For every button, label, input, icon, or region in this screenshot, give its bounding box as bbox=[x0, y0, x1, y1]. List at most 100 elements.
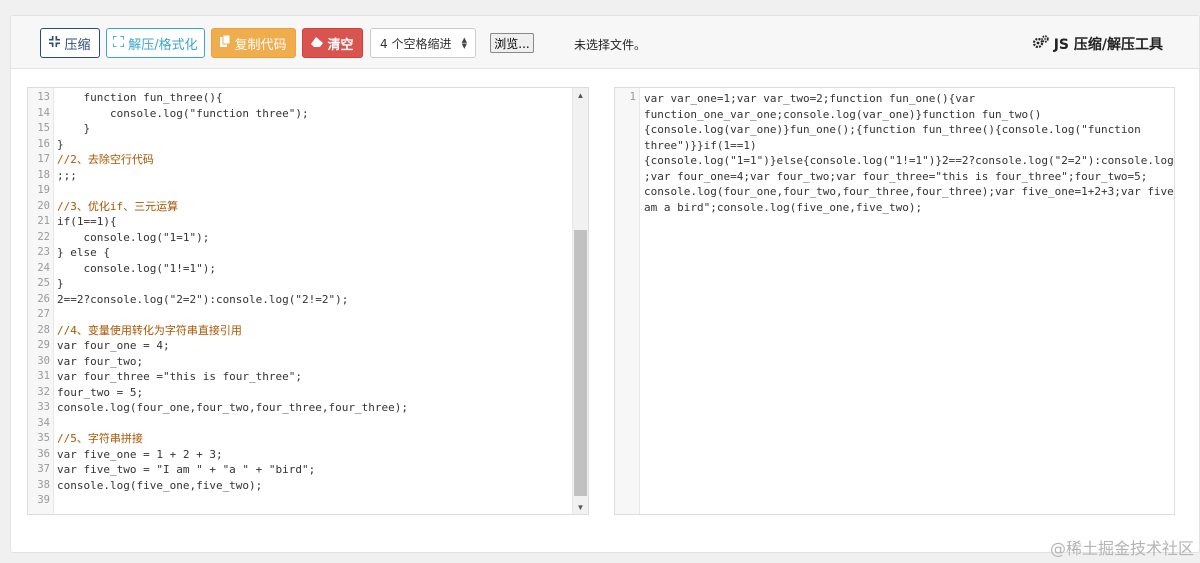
browse-file-button[interactable]: 浏览... bbox=[490, 33, 534, 53]
line-number: 28 bbox=[37, 323, 50, 336]
code-comment: //2、去除空行代码 bbox=[57, 153, 154, 166]
tool-title-text: JS 压缩/解压工具 bbox=[1053, 37, 1163, 53]
code-text: var five_two = "I am " + "a " + "bird"; bbox=[57, 463, 316, 476]
code-text: console.log("1=1"); bbox=[57, 230, 210, 244]
line-number: 29 bbox=[37, 339, 50, 351]
line-number: 34 bbox=[37, 416, 50, 429]
line-number: 35 bbox=[37, 432, 50, 444]
code-line: 33 console.log(four_one,four_two,four_thr… bbox=[28, 400, 588, 416]
scroll-down-arrow-icon[interactable]: ▼ bbox=[573, 500, 588, 514]
output-code-segment: function_one_var_one;console.log(var_one… bbox=[644, 107, 1042, 121]
compress-icon bbox=[49, 35, 61, 51]
line-number: 15 bbox=[37, 122, 50, 134]
code-line: 38 console.log(five_one,five_two); bbox=[28, 478, 588, 494]
code-line: 13 function fun_three(){ bbox=[28, 90, 588, 106]
output-code-segment: var var_one=1;var var_two=2;function fun… bbox=[644, 92, 976, 105]
indent-select[interactable]: 4 个空格缩进 ▲ ▼ bbox=[370, 28, 476, 58]
output-code-editor[interactable]: 1 var var_one=1;var var_two=2;function f… bbox=[614, 87, 1175, 515]
line-number: 33 bbox=[37, 401, 50, 413]
code-line: 26 2==2?console.log("2=2"):console.log("2… bbox=[28, 292, 588, 308]
code-comment: //4、变量使用转化为字符串直接引用 bbox=[57, 323, 242, 337]
code-line: 27 bbox=[28, 307, 588, 323]
line-number: 13 bbox=[37, 91, 50, 103]
line-number: 36 bbox=[37, 447, 50, 460]
code-text: console.log(five_one,five_two); bbox=[57, 478, 263, 492]
line-number: 1 bbox=[629, 91, 636, 103]
code-line: 35 //5、字符串拼接 bbox=[28, 431, 588, 447]
code-text: if(1==1){ bbox=[57, 215, 117, 228]
chevron-up-down-icon: ▲ ▼ bbox=[461, 36, 467, 50]
code-text: four_two = 5; bbox=[57, 385, 144, 399]
code-line: 30 var four_two; bbox=[28, 354, 588, 370]
output-code-segment: console.log(four_one,four_two,four_three… bbox=[644, 185, 1175, 198]
code-text: function fun_three(){ bbox=[57, 91, 223, 104]
output-code-segment: {console.log(var_one)}fun_one();{functio… bbox=[644, 123, 1141, 136]
line-number: 23 bbox=[37, 246, 50, 258]
line-number: 20 bbox=[37, 199, 50, 212]
output-code-segment: {console.log("1=1")}else{console.log("1!… bbox=[644, 154, 1175, 167]
code-text: var four_three ="this is four_three"; bbox=[57, 370, 303, 383]
scrollbar-thumb[interactable] bbox=[574, 230, 587, 496]
source-code-editor[interactable]: 13 function fun_three(){14 console.log("… bbox=[27, 87, 589, 515]
line-number: 39 bbox=[37, 494, 50, 506]
code-line: 24 console.log("1!=1"); bbox=[28, 261, 588, 277]
output-code-text: var var_one=1;var var_two=2;function fun… bbox=[644, 91, 1174, 215]
vertical-scrollbar[interactable]: ▲ ▼ bbox=[572, 88, 588, 514]
copy-icon bbox=[220, 34, 231, 51]
browse-file-button-label: 浏览... bbox=[494, 36, 530, 51]
code-text: var five_one = 1 + 2 + 3; bbox=[57, 447, 223, 461]
code-lines: 13 function fun_three(){14 console.log("… bbox=[28, 90, 588, 509]
code-line: 34 bbox=[28, 416, 588, 432]
code-comment: //5、字符串拼接 bbox=[57, 432, 143, 445]
code-line: 22 console.log("1=1"); bbox=[28, 230, 588, 246]
code-line: 18;;; bbox=[28, 168, 588, 184]
watermark: @稀土掘金技术社区 bbox=[1049, 539, 1194, 558]
code-line: 29 var four_one = 4; bbox=[28, 338, 588, 354]
code-text: console.log("1!=1"); bbox=[57, 261, 216, 275]
code-line: 23 } else { bbox=[28, 245, 588, 261]
line-number: 38 bbox=[37, 478, 50, 491]
line-number-gutter bbox=[615, 88, 640, 514]
scroll-up-arrow-icon[interactable]: ▲ bbox=[573, 88, 588, 102]
output-code-segment: am a bird";console.log(five_one,five_two… bbox=[644, 200, 923, 214]
code-text: } bbox=[57, 277, 64, 290]
clear-button-label: 清空 bbox=[327, 37, 354, 53]
format-button-label: 解压/格式化 bbox=[128, 37, 198, 53]
indent-select-value: 4 个空格缩进 bbox=[380, 36, 452, 51]
code-line: 15 } bbox=[28, 121, 588, 137]
code-line: 19 bbox=[28, 183, 588, 199]
line-number: 19 bbox=[37, 184, 50, 196]
tool-title: JS 压缩/解压工具 bbox=[1032, 34, 1163, 54]
line-number: 26 bbox=[37, 292, 50, 305]
code-text: } bbox=[57, 122, 91, 135]
main-panel: 压缩 解压/格式化 复制代码 清空 4 个空格缩进 ▲ ▼ 浏览... 未选择文… bbox=[10, 15, 1200, 553]
clear-button[interactable]: 清空 bbox=[302, 28, 363, 58]
code-line: 36 var five_one = 1 + 2 + 3; bbox=[28, 447, 588, 463]
code-line: 31 var four_three ="this is four_three"; bbox=[28, 369, 588, 385]
expand-icon bbox=[112, 34, 126, 51]
code-line: 20 //3、优化if、三元运算 bbox=[28, 199, 588, 215]
line-number: 18 bbox=[37, 168, 50, 181]
code-text: ;;; bbox=[57, 168, 77, 182]
line-number: 21 bbox=[37, 215, 50, 227]
gears-icon bbox=[1032, 35, 1049, 53]
line-number: 14 bbox=[37, 106, 50, 119]
code-line: 17 //2、去除空行代码 bbox=[28, 152, 588, 168]
code-line: 28 //4、变量使用转化为字符串直接引用 bbox=[28, 323, 588, 339]
code-line: 14 console.log("function three"); bbox=[28, 106, 588, 122]
no-file-text: 未选择文件。 bbox=[574, 38, 647, 52]
line-number: 24 bbox=[37, 261, 50, 274]
code-line: 37 var five_two = "I am " + "a " + "bird"… bbox=[28, 462, 588, 478]
format-button[interactable]: 解压/格式化 bbox=[106, 28, 205, 58]
code-line: 21 if(1==1){ bbox=[28, 214, 588, 230]
code-text: 2==2?console.log("2=2"):console.log("2!=… bbox=[57, 292, 349, 306]
code-text: console.log(four_one,four_two,four_three… bbox=[57, 401, 408, 414]
code-text: } else { bbox=[57, 246, 110, 259]
code-line: 25} bbox=[28, 276, 588, 292]
line-number: 16 bbox=[37, 137, 50, 150]
code-text: var four_two; bbox=[57, 354, 144, 368]
compress-button[interactable]: 压缩 bbox=[40, 28, 100, 58]
copy-code-button[interactable]: 复制代码 bbox=[211, 28, 296, 58]
line-number: 17 bbox=[37, 153, 50, 165]
code-line: 32 four_two = 5; bbox=[28, 385, 588, 401]
